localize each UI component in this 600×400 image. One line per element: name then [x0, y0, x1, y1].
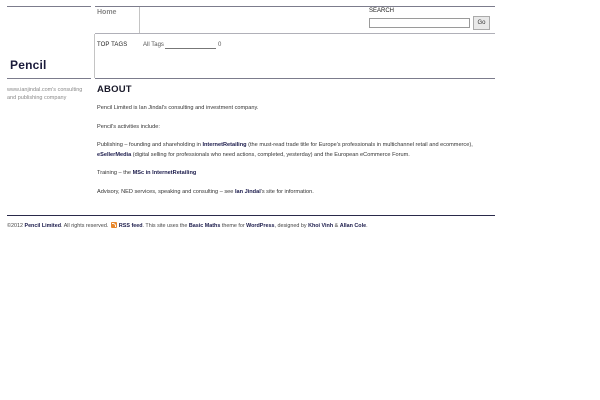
footer-end: .: [366, 223, 368, 229]
advisory-prefix: Advisory, NED services, speaking and con…: [97, 188, 235, 195]
training-prefix: Training – the: [97, 170, 133, 176]
basic-maths-link[interactable]: Basic Maths: [189, 223, 220, 229]
header-bottom-rule: [95, 33, 495, 34]
site-description: www.ianjindal.com's consulting and publi…: [7, 87, 83, 101]
training-paragraph: Training – the MSc in InternetRetailing: [97, 169, 495, 179]
footer-theme-middle: theme for: [220, 223, 247, 229]
publishing-middle: (the must-read trade title for Europe's …: [246, 142, 473, 148]
msc-internetretailing-link[interactable]: MSc in InternetRetailing: [133, 170, 197, 176]
header-top-rule: [7, 6, 91, 7]
nav-home-link[interactable]: Home: [97, 9, 116, 16]
all-tags-link[interactable]: All Tags: [143, 42, 164, 48]
publishing-suffix: (digital selling for professionals who n…: [131, 151, 410, 158]
main-rule: [95, 78, 495, 79]
wordpress-link[interactable]: WordPress: [246, 223, 274, 229]
column-separator: [94, 34, 95, 78]
search-go-button[interactable]: Go: [473, 16, 490, 30]
main-content: ABOUT Pencil Limited is Ian Jindal's con…: [97, 84, 495, 206]
nav-separator: [139, 7, 140, 33]
intro-paragraph: Pencil Limited is Ian Jindal's consultin…: [97, 105, 259, 111]
rss-feed-link[interactable]: RSS feed: [119, 223, 143, 229]
page-title: ABOUT: [97, 84, 132, 95]
sidebar-rule: [7, 78, 91, 79]
header-top-rule-main: [95, 6, 495, 7]
search-input[interactable]: [369, 18, 470, 28]
search-label: SEARCH: [369, 8, 395, 14]
footer-amp: &: [333, 223, 340, 229]
footer-copyright: ©2012: [7, 223, 25, 229]
internetretailing-link[interactable]: InternetRetailing: [202, 142, 246, 148]
top-tags-label: TOP TAGS: [97, 42, 128, 48]
footer-theme-prefix: . This site uses the: [142, 223, 189, 229]
activities-intro-paragraph: Pencil's activities include:: [97, 123, 160, 130]
footer-rule: [7, 215, 495, 216]
ian-jindal-link[interactable]: Ian Jindal: [235, 189, 261, 195]
publishing-paragraph: Publishing – founding and shareholding i…: [97, 141, 495, 160]
khoi-vinh-link[interactable]: Khoi Vinh: [308, 223, 333, 229]
esellermedia-link[interactable]: eSellerMedia: [97, 152, 131, 158]
site-title[interactable]: Pencil: [10, 58, 47, 72]
footer-company-link[interactable]: Pencil Limited: [24, 223, 61, 229]
publishing-prefix: Publishing – founding and shareholding i…: [97, 142, 203, 148]
footer-designed-by: , designed by: [274, 223, 309, 229]
tags-count: 0: [218, 42, 222, 48]
allan-cole-link[interactable]: Allan Cole: [340, 223, 366, 229]
tags-underline: [165, 48, 216, 49]
advisory-suffix: 's site for information.: [260, 188, 314, 195]
footer: ©2012 Pencil Limited. All rights reserve…: [7, 222, 368, 229]
advisory-paragraph: Advisory, NED services, speaking and con…: [97, 188, 495, 198]
rss-icon: [110, 222, 117, 228]
footer-rights: . All rights reserved.: [61, 223, 110, 229]
